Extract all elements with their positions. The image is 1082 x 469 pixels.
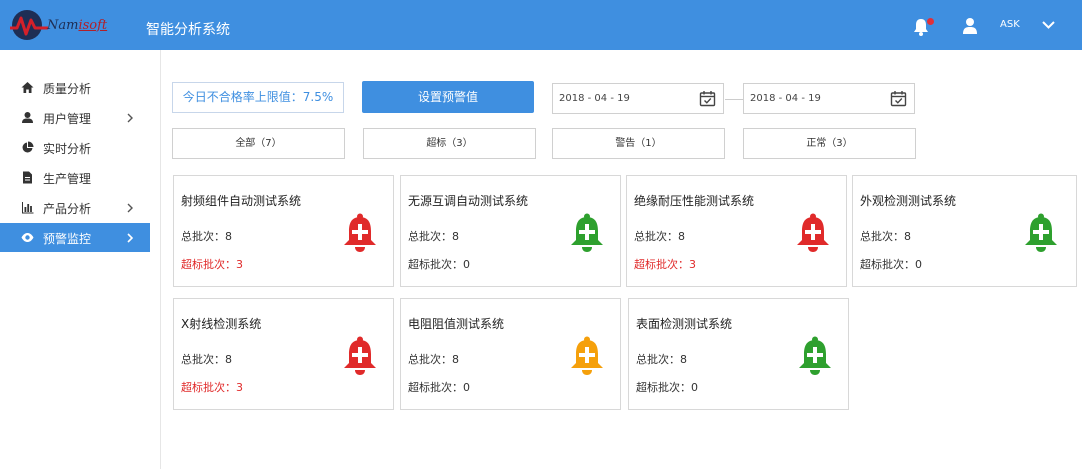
system-card-total: 总批次：8 [181,230,232,243]
alert-bell-icon [344,336,376,375]
filter-all-button[interactable]: 全部（7） [172,128,345,159]
system-card-total: 总批次：8 [636,353,687,366]
set-alert-threshold-button[interactable]: 设置预警值 [362,81,534,113]
alert-bell-icon [571,213,603,252]
sidebar-item-label: 实时分析 [43,142,92,156]
system-card-total: 总批次：8 [408,230,459,243]
end-date-value: 2018 - 04 - 19 [750,93,821,104]
chevron-right-icon [127,113,133,123]
user-avatar-icon[interactable] [962,17,978,35]
system-card-exceeded: 超标批次：0 [860,258,922,271]
system-card-exceeded: 超标批次：0 [636,381,698,394]
alert-bell-icon [344,213,376,252]
system-card[interactable]: X射线检测系统 总批次：8 超标批次：3 [173,298,394,410]
system-card-exceeded: 超标批次：3 [181,381,243,394]
sidebar: 质量分析 用户管理 实时分析 生产管理 产品分析 预警监控 [0,50,161,469]
system-card-title: X射线检测系统 [181,317,262,331]
calendar-icon[interactable] [699,90,716,107]
system-card[interactable]: 无源互调自动测试系统 总批次：8 超标批次：0 [400,175,621,287]
alert-bell-icon [1025,213,1057,252]
system-card[interactable]: 电阻阻值测试系统 总批次：8 超标批次：0 [400,298,621,410]
pie-chart-icon [22,141,34,153]
top-header: Namisoft 智能分析系统 ASK [0,0,1082,50]
threshold-display: 今日不合格率上限值：7.5% [172,82,344,113]
eye-icon [21,233,34,242]
filter-warning-button[interactable]: 警告（1） [552,128,725,159]
app-title: 智能分析系统 [146,22,230,38]
user-name[interactable]: ASK [1000,19,1020,30]
system-card-exceeded: 超标批次：3 [181,258,243,271]
sidebar-item-label: 预警监控 [43,232,92,246]
system-card-title: 射频组件自动测试系统 [181,194,302,208]
filter-normal-button[interactable]: 正常（3） [743,128,916,159]
system-card-title: 绝缘耐压性能测试系统 [634,194,755,208]
alert-bell-icon [571,336,603,375]
sidebar-item-realtime[interactable]: 实时分析 [0,133,150,162]
system-card-title: 外观检测测试系统 [860,194,957,208]
system-card[interactable]: 绝缘耐压性能测试系统 总批次：8 超标批次：3 [626,175,847,287]
system-card[interactable]: 射频组件自动测试系统 总批次：8 超标批次：3 [173,175,394,287]
bar-chart-icon [22,202,34,214]
system-card-total: 总批次：8 [408,353,459,366]
system-card-exceeded: 超标批次：0 [408,381,470,394]
system-card-title: 电阻阻值测试系统 [408,317,505,331]
system-card-total: 总批次：8 [181,353,232,366]
sidebar-item-users[interactable]: 用户管理 [0,103,150,132]
notification-dot [927,18,934,25]
system-card-title: 表面检测测试系统 [636,317,733,331]
user-icon [22,112,33,123]
system-card[interactable]: 表面检测测试系统 总批次：8 超标批次：0 [628,298,849,410]
sidebar-item-alert-monitor[interactable]: 预警监控 [0,223,150,252]
chevron-down-icon[interactable] [1042,20,1055,30]
start-date-input[interactable]: 2018 - 04 - 19 [552,83,724,114]
sidebar-item-product[interactable]: 产品分析 [0,193,150,222]
sidebar-item-label: 生产管理 [43,172,92,186]
system-card[interactable]: 外观检测测试系统 总批次：8 超标批次：0 [852,175,1077,287]
home-icon [21,82,34,93]
chevron-right-icon [127,203,133,213]
date-range-separator [725,99,743,100]
end-date-input[interactable]: 2018 - 04 - 19 [743,83,915,114]
sidebar-item-production[interactable]: 生产管理 [0,163,150,192]
alert-bell-icon [799,336,831,375]
sidebar-item-label: 用户管理 [43,112,92,126]
sidebar-item-quality[interactable]: 质量分析 [0,73,150,102]
logo-icon [10,10,48,40]
sidebar-item-label: 质量分析 [43,82,92,96]
document-icon [23,171,32,184]
sidebar-item-label: 产品分析 [43,202,92,216]
system-card-title: 无源互调自动测试系统 [408,194,529,208]
logo-text: Namisoft [47,18,108,33]
calendar-icon[interactable] [890,90,907,107]
system-card-total: 总批次：8 [634,230,685,243]
system-card-total: 总批次：8 [860,230,911,243]
system-card-exceeded: 超标批次：0 [408,258,470,271]
filter-exceeded-button[interactable]: 超标（3） [363,128,536,159]
system-card-exceeded: 超标批次：3 [634,258,696,271]
start-date-value: 2018 - 04 - 19 [559,93,630,104]
alert-bell-icon [797,213,829,252]
chevron-right-icon [127,233,134,243]
